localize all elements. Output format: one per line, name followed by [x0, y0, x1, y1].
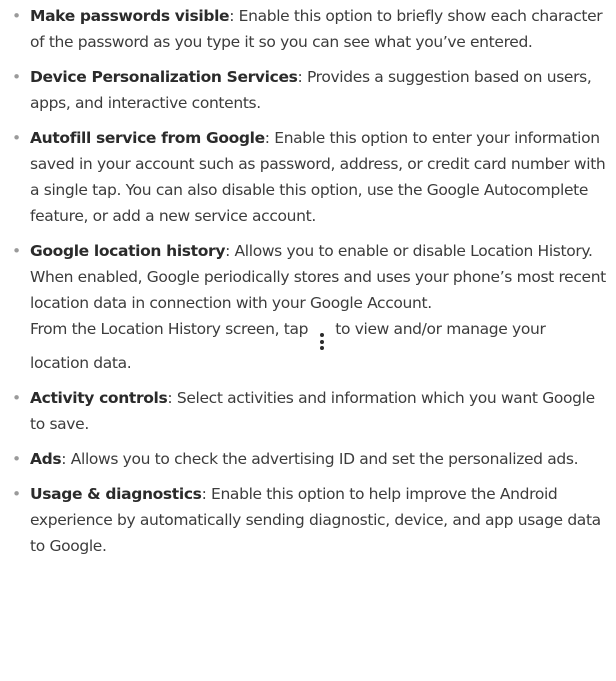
bullet: •: [12, 389, 21, 407]
more-vert-icon: [315, 333, 329, 350]
extra-text-before: From the Location History screen, tap: [30, 320, 309, 338]
item-description: : Allows you to check the advertising ID…: [61, 450, 579, 468]
list-item-usage-diagnostics: • Usage & diagnostics: Enable this optio…: [8, 481, 608, 559]
bullet: •: [12, 7, 21, 25]
list-item-make-passwords-visible: • Make passwords visible: Enable this op…: [8, 3, 608, 55]
item-term: Usage & diagnostics: [30, 485, 202, 503]
item-term: Ads: [30, 450, 62, 468]
list-item-device-personalization-services: • Device Personalization Services: Provi…: [8, 64, 608, 116]
document-page: • Make passwords visible: Enable this op…: [0, 0, 616, 681]
bullet: •: [12, 129, 21, 147]
item-term: Autofill service from Google: [30, 129, 265, 147]
list-item-ads: • Ads: Allows you to check the advertisi…: [8, 446, 608, 472]
bullet: •: [12, 68, 21, 86]
bullet: •: [12, 242, 21, 260]
item-term: Activity controls: [30, 389, 168, 407]
item-term: Google location history: [30, 242, 226, 260]
bullet: •: [12, 450, 21, 468]
list-item-activity-controls: • Activity controls: Select activities a…: [8, 385, 608, 437]
list-item-google-location-history: • Google location history: Allows you to…: [8, 238, 608, 376]
item-term: Make passwords visible: [30, 7, 230, 25]
item-term: Device Personalization Services: [30, 68, 298, 86]
item-extra-instruction: From the Location History screen, tap to…: [30, 316, 608, 376]
list-item-autofill-service: • Autofill service from Google: Enable t…: [8, 125, 608, 229]
bullet: •: [12, 485, 21, 503]
